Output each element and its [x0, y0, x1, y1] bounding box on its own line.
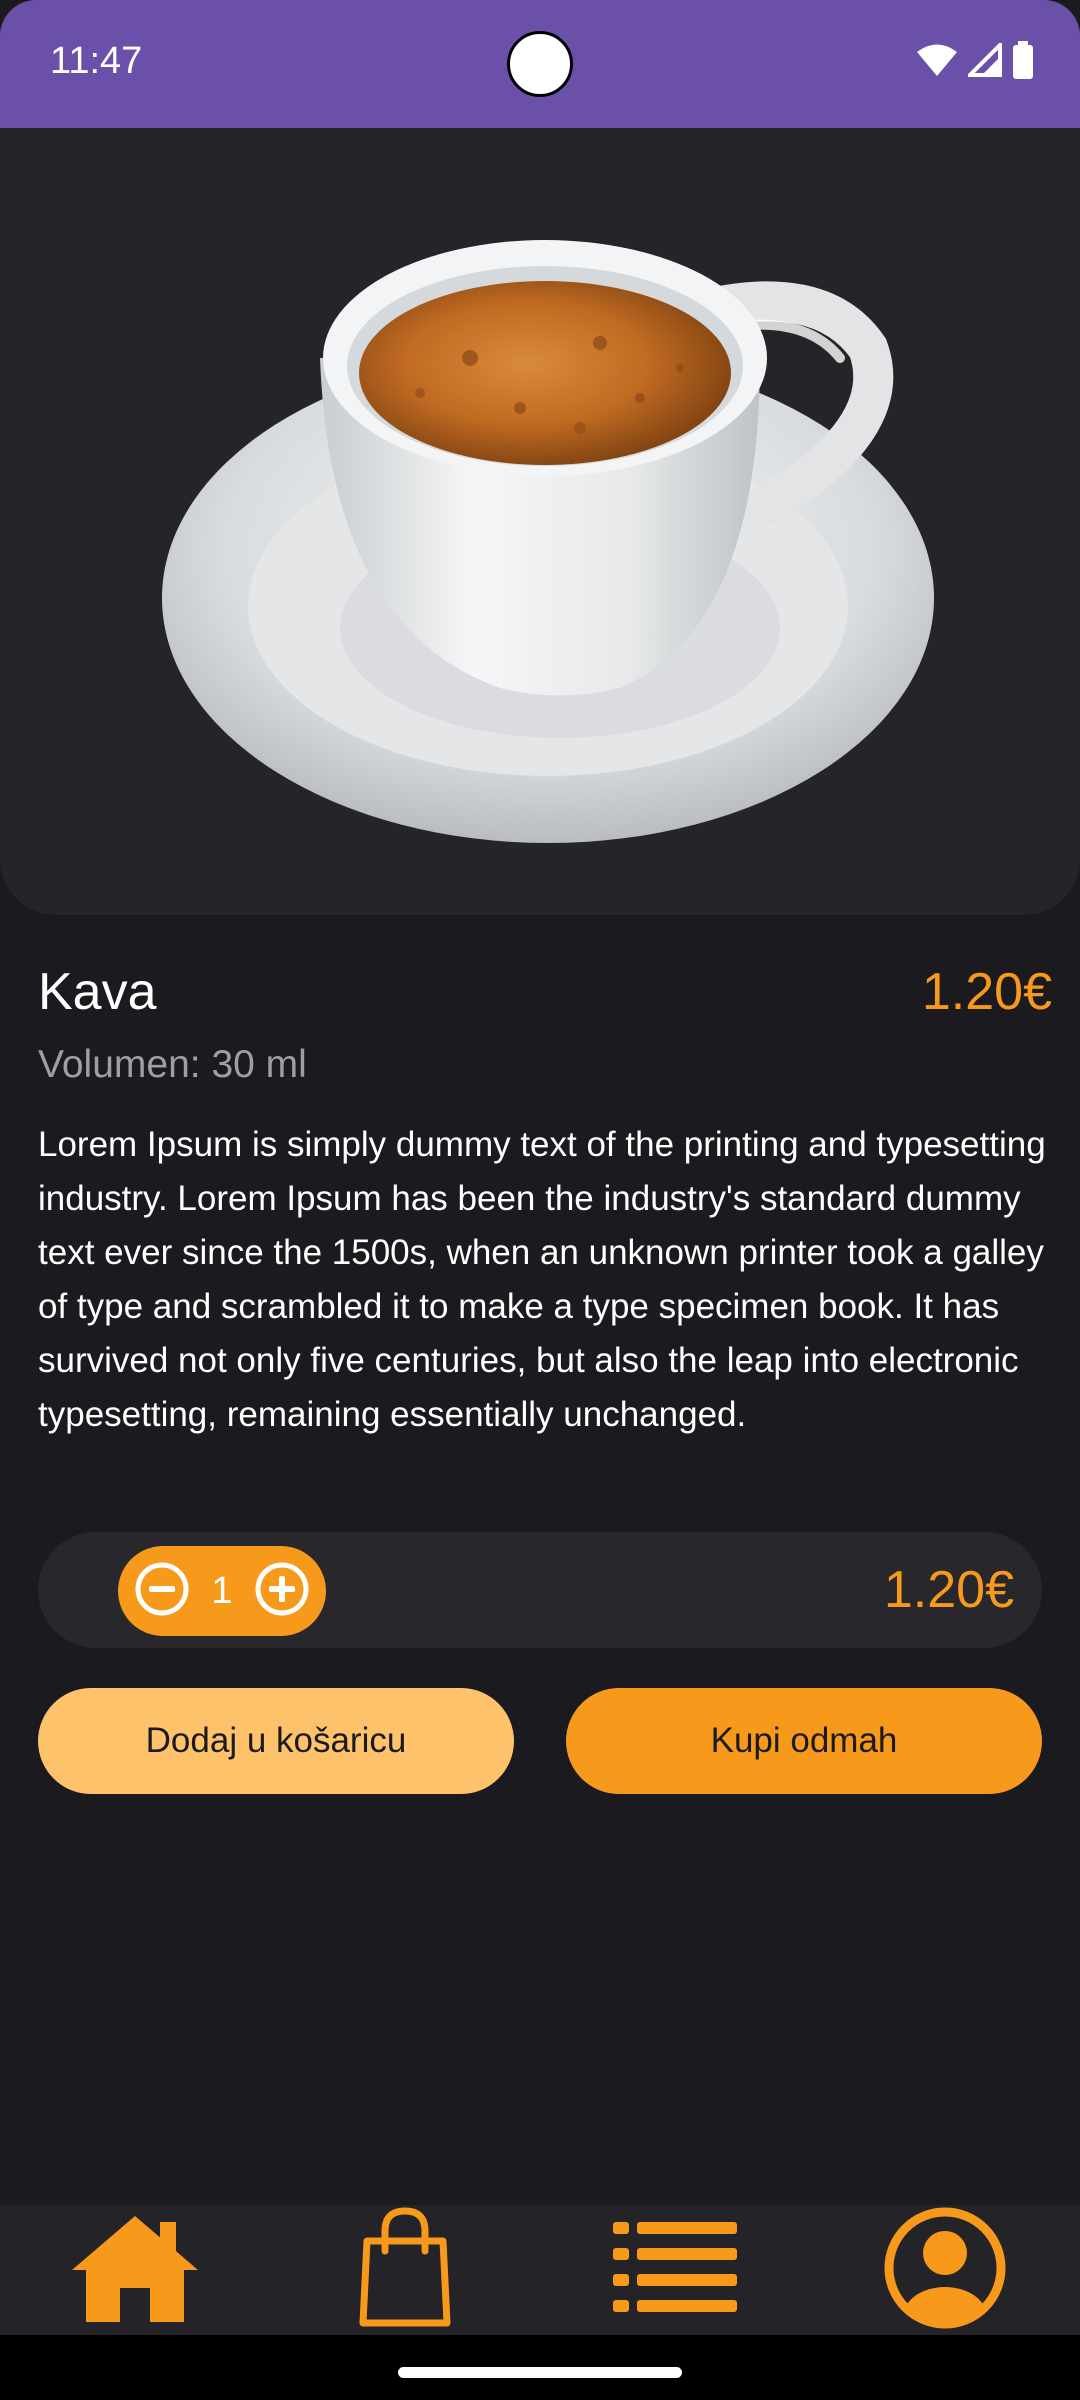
bottom-navigation	[0, 2205, 1080, 2335]
battery-icon	[1012, 40, 1034, 84]
status-time: 11:47	[50, 40, 143, 82]
increment-button[interactable]	[252, 1561, 312, 1621]
nav-item-home[interactable]	[55, 2205, 215, 2335]
decrement-button[interactable]	[132, 1561, 192, 1621]
product-description: Lorem Ipsum is simply dummy text of the …	[38, 1125, 1046, 1434]
nav-item-cart[interactable]	[325, 2205, 485, 2335]
status-bar: 11:47	[0, 0, 1080, 128]
buy-now-button[interactable]: Kupi odmah	[566, 1688, 1042, 1794]
plus-circle-icon	[254, 1561, 310, 1622]
product-image	[0, 128, 1080, 915]
minus-circle-icon	[134, 1561, 190, 1622]
status-icons	[916, 39, 1034, 84]
signal-icon	[965, 39, 1002, 82]
camera-cutout	[507, 31, 573, 97]
add-to-cart-button[interactable]: Dodaj u košaricu	[38, 1688, 514, 1794]
nav-item-list[interactable]	[595, 2205, 755, 2335]
product-price: 1.20€	[921, 963, 1052, 1021]
nav-item-account[interactable]	[865, 2205, 1025, 2335]
quantity-value: 1	[211, 1569, 233, 1612]
quantity-stepper: 1	[118, 1546, 326, 1636]
gesture-area	[0, 2335, 1080, 2400]
quantity-total-price: 1.20€	[883, 1561, 1014, 1619]
gesture-handle[interactable]	[398, 2367, 682, 2378]
account-icon	[882, 2205, 1008, 2336]
home-icon	[68, 2212, 202, 2329]
list-icon	[613, 2220, 737, 2321]
wifi-icon	[916, 43, 958, 82]
quantity-row: 1 1.20€	[38, 1532, 1042, 1648]
shopping-bag-icon	[355, 2205, 455, 2336]
coffee-cup-image	[162, 240, 934, 843]
product-name: Kava	[38, 963, 157, 1021]
product-volume: Volumen: 30 ml	[38, 1043, 307, 1086]
